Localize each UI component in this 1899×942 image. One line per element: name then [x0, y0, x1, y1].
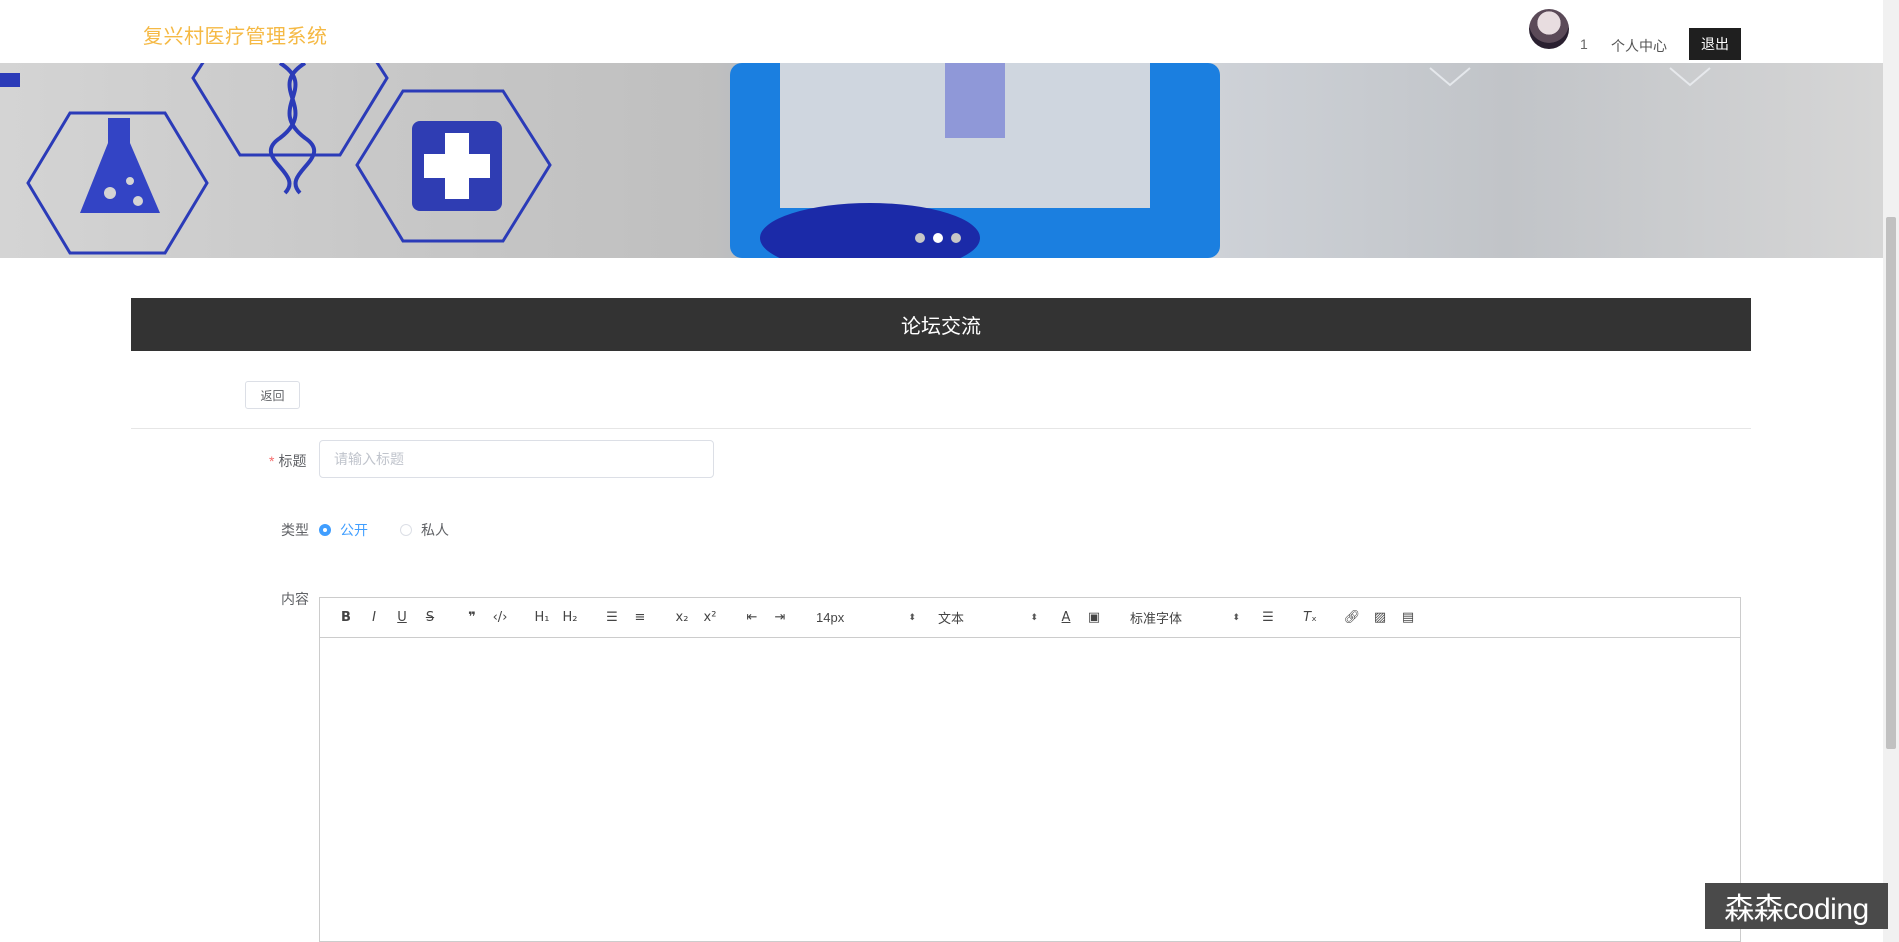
- scrollbar-thumb[interactable]: [1886, 217, 1896, 749]
- text-color-icon[interactable]: A: [1052, 606, 1080, 630]
- bullet-list-icon[interactable]: ≡: [626, 606, 654, 630]
- site-title[interactable]: 复兴村医疗管理系统: [143, 20, 328, 49]
- banner-carousel[interactable]: [0, 63, 1883, 258]
- personal-center-link[interactable]: 个人中心: [1611, 36, 1667, 56]
- username-label: 1: [1580, 36, 1588, 52]
- title-label-text: 标题: [278, 453, 307, 469]
- header-select[interactable]: 文本 ⬍: [930, 606, 1038, 630]
- banner-image: [0, 63, 1711, 258]
- outdent-icon[interactable]: ⇤: [738, 606, 766, 630]
- image-icon[interactable]: ▨: [1366, 606, 1394, 630]
- font-size-select[interactable]: 14px ⬍: [808, 606, 916, 630]
- back-button[interactable]: 返回: [245, 381, 300, 409]
- header-select-value: 文本: [938, 611, 965, 626]
- radio-private-circle[interactable]: [400, 524, 412, 536]
- logout-button[interactable]: 退出: [1689, 28, 1741, 60]
- radio-public-label[interactable]: 公开: [340, 520, 368, 540]
- background-color-icon[interactable]: ▣: [1080, 606, 1108, 630]
- font-family-value: 标准字体: [1130, 611, 1183, 626]
- clear-format-icon[interactable]: Tₓ: [1296, 606, 1324, 630]
- page-scrollbar[interactable]: [1883, 0, 1899, 942]
- type-field-label: 类型: [281, 522, 309, 538]
- heading2-button[interactable]: H₂: [556, 606, 584, 630]
- font-size-value: 14px: [816, 610, 845, 625]
- carousel-dot-3[interactable]: [951, 233, 961, 243]
- watermark: 森森coding: [1705, 883, 1888, 929]
- font-family-select[interactable]: 标准字体 ⬍: [1122, 606, 1240, 630]
- user-avatar[interactable]: [1529, 9, 1569, 49]
- section-title: 论坛交流: [901, 316, 981, 338]
- carousel-indicators: [915, 233, 961, 243]
- top-navbar: 复兴村医疗管理系统 1 个人中心 退出: [0, 0, 1883, 63]
- subscript-button[interactable]: x₂: [668, 606, 696, 630]
- carousel-dot-1[interactable]: [915, 233, 925, 243]
- blockquote-button[interactable]: ❞: [458, 606, 486, 630]
- radio-private[interactable]: 私人: [400, 520, 449, 540]
- strikethrough-button[interactable]: S: [416, 606, 444, 630]
- superscript-button[interactable]: x²: [696, 606, 724, 630]
- code-block-button[interactable]: ‹/›: [486, 606, 514, 630]
- radio-private-label[interactable]: 私人: [421, 520, 449, 540]
- select-arrow-icon: ⬍: [1232, 612, 1240, 622]
- rich-text-editor: B I U S ❞ ‹/› H₁ H₂ ☰ ≡ x₂ x² ⇤ ⇥ 14px ⬍ …: [319, 597, 1741, 942]
- heading1-button[interactable]: H₁: [528, 606, 556, 630]
- align-icon[interactable]: ☰: [1254, 606, 1282, 630]
- italic-button[interactable]: I: [360, 606, 388, 630]
- radio-public-circle[interactable]: [319, 524, 331, 536]
- ordered-list-icon[interactable]: ☰: [598, 606, 626, 630]
- select-arrow-icon: ⬍: [908, 612, 916, 622]
- radio-public[interactable]: 公开: [319, 520, 368, 540]
- divider: [131, 428, 1751, 429]
- editor-toolbar: B I U S ❞ ‹/› H₁ H₂ ☰ ≡ x₂ x² ⇤ ⇥ 14px ⬍ …: [320, 598, 1740, 638]
- section-title-bar: 论坛交流: [131, 298, 1751, 351]
- content-field-label: 内容: [281, 591, 309, 607]
- title-input[interactable]: [319, 440, 714, 478]
- select-arrow-icon: ⬍: [1030, 612, 1038, 622]
- required-asterisk: *: [269, 453, 275, 469]
- title-field-label: * 标题: [269, 451, 306, 471]
- indent-icon[interactable]: ⇥: [766, 606, 794, 630]
- bold-button[interactable]: B: [332, 606, 360, 630]
- link-icon[interactable]: 🔗︎: [1338, 606, 1366, 630]
- video-icon[interactable]: ▤: [1394, 606, 1422, 630]
- underline-button[interactable]: U: [388, 606, 416, 630]
- carousel-dot-2[interactable]: [933, 233, 943, 243]
- editor-content-area[interactable]: [320, 638, 1740, 941]
